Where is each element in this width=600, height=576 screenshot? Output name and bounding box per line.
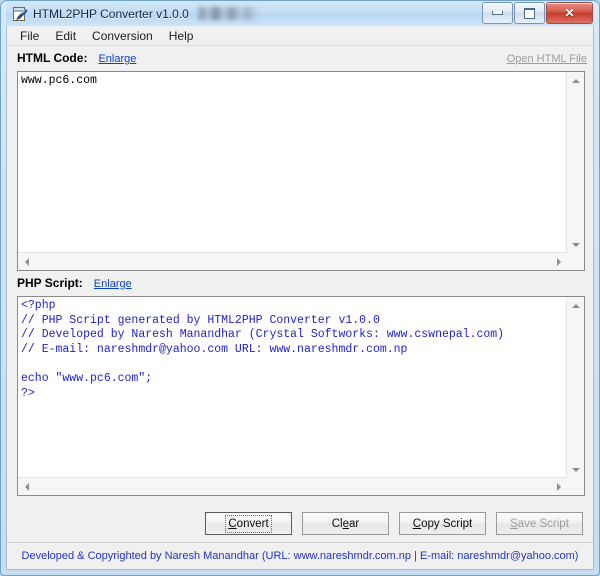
maximize-icon [524, 7, 535, 19]
open-html-file-link[interactable]: Open HTML File [507, 53, 587, 65]
minimize-button[interactable] [482, 2, 513, 24]
menu-item-edit[interactable]: Edit [47, 27, 84, 45]
document-pen-icon [12, 6, 28, 22]
php-horizontal-scrollbar[interactable] [18, 477, 567, 495]
clear-button-label: Clear [332, 518, 360, 530]
scroll-left-icon[interactable] [18, 478, 35, 495]
html-vertical-scrollbar[interactable] [566, 72, 584, 253]
menu-item-help[interactable]: Help [161, 27, 202, 45]
minimize-icon [492, 11, 503, 15]
php-enlarge-link[interactable]: Enlarge [94, 278, 132, 290]
scroll-up-icon[interactable] [567, 72, 584, 89]
php-script-label: PHP Script: [17, 276, 83, 290]
convert-mnemonic: C [228, 517, 237, 530]
scroll-down-icon[interactable] [567, 236, 584, 253]
clear-pre: Cl [331, 517, 343, 530]
scroll-down-icon[interactable] [567, 461, 584, 478]
save-mnemonic: S [510, 517, 518, 530]
title-bar[interactable]: HTML2PHP Converter v1.0.0 ✕ [6, 1, 594, 26]
copy-script-button[interactable]: Copy Script [399, 512, 486, 535]
menu-item-conversion[interactable]: Conversion [84, 27, 161, 45]
html-code-text[interactable]: www.pc6.com [21, 74, 564, 250]
status-bar: Developed & Copyrighted by Naresh Manand… [7, 542, 593, 569]
convert-rest: onvert [236, 517, 269, 530]
convert-button-label: Convert [225, 514, 272, 533]
status-bar-text: Developed & Copyrighted by Naresh Manand… [21, 550, 579, 562]
copy-rest: opy Script [421, 517, 473, 530]
clear-button[interactable]: Clear [302, 512, 389, 535]
application-window: HTML2PHP Converter v1.0.0 ✕ File Edit Co… [0, 0, 600, 576]
client-area: File Edit Conversion Help HTML Code: Enl… [6, 26, 594, 570]
scrollbar-corner [567, 253, 584, 270]
scroll-left-icon[interactable] [18, 253, 35, 270]
save-rest: ave Script [517, 517, 569, 530]
scrollbar-corner [567, 478, 584, 495]
window-title: HTML2PHP Converter v1.0.0 [33, 6, 189, 21]
menu-item-file[interactable]: File [12, 27, 47, 45]
close-icon: ✕ [564, 6, 575, 20]
php-script-editor[interactable]: <?php // PHP Script generated by HTML2PH… [17, 296, 585, 496]
html-section-header: HTML Code: Enlarge Open HTML File [7, 51, 593, 69]
save-script-button: Save Script [496, 512, 583, 535]
redacted-title-region [196, 7, 259, 20]
action-button-row: Convert Clear Copy Script Save Script [7, 512, 593, 535]
menu-bar: File Edit Conversion Help [7, 26, 593, 46]
window-controls: ✕ [481, 2, 593, 24]
html-horizontal-scrollbar[interactable] [18, 252, 567, 270]
scroll-right-icon[interactable] [550, 478, 567, 495]
clear-rest: ar [349, 517, 360, 530]
scroll-up-icon[interactable] [567, 297, 584, 314]
php-vertical-scrollbar[interactable] [566, 297, 584, 478]
php-script-text[interactable]: <?php // PHP Script generated by HTML2PH… [21, 299, 564, 475]
scroll-right-icon[interactable] [550, 253, 567, 270]
close-button[interactable]: ✕ [546, 2, 593, 24]
maximize-button[interactable] [514, 2, 545, 24]
save-script-button-label: Save Script [510, 518, 569, 530]
html-code-label: HTML Code: [17, 51, 88, 65]
html-enlarge-link[interactable]: Enlarge [98, 53, 136, 65]
convert-button[interactable]: Convert [205, 512, 292, 535]
html-code-editor[interactable]: www.pc6.com [17, 71, 585, 271]
php-section-header: PHP Script: Enlarge [7, 276, 593, 294]
copy-script-button-label: Copy Script [413, 518, 472, 530]
copy-mnemonic: C [412, 517, 422, 530]
